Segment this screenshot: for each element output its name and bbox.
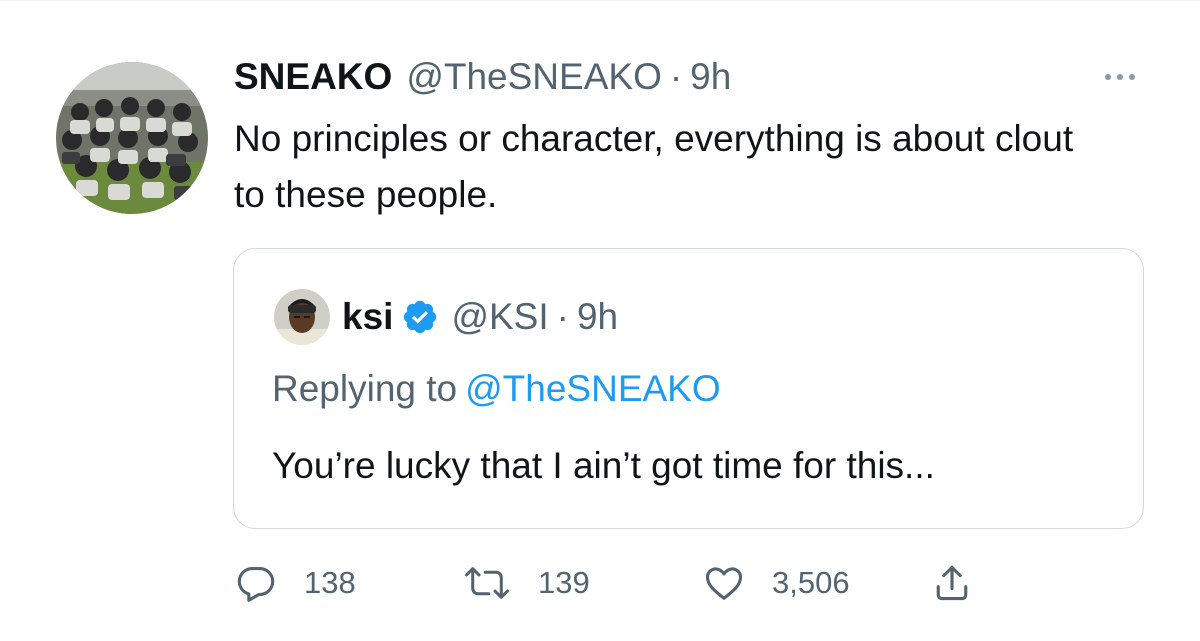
author-display-name[interactable]: SNEAKO — [234, 56, 392, 98]
retweet-icon — [462, 561, 512, 605]
retweet-count: 139 — [538, 565, 590, 600]
reply-icon — [234, 561, 278, 605]
quoted-author-handle[interactable]: @KSI — [451, 296, 548, 338]
tweet-timestamp[interactable]: 9h — [690, 56, 731, 98]
like-button[interactable]: 3,506 — [702, 556, 850, 610]
replying-to-label: Replying to — [272, 368, 458, 409]
author-handle[interactable]: @TheSNEAKO — [406, 56, 662, 98]
heart-icon — [702, 561, 746, 605]
verified-badge-icon — [401, 298, 439, 336]
share-icon — [930, 561, 974, 605]
author-avatar[interactable] — [56, 62, 208, 214]
quoted-tweet-text: You’re lucky that I ain’t got time for t… — [272, 445, 935, 486]
tweet-text: No principles or character, everything i… — [234, 118, 1074, 215]
header-separator: · — [669, 56, 683, 97]
quoted-author-display-name[interactable]: ksi — [342, 296, 393, 338]
quoted-tweet-card[interactable]: ksi @KSI · 9h Replying to @TheSNEAKO You’… — [233, 248, 1144, 529]
like-count: 3,506 — [772, 565, 850, 600]
more-options-button[interactable] — [1094, 64, 1146, 90]
tweet-action-bar: 138 139 3,506 — [234, 556, 994, 610]
quoted-header-separator: · — [556, 296, 569, 337]
quoted-tweet-timestamp[interactable]: 9h — [577, 296, 618, 338]
replying-to-handle-link[interactable]: @TheSNEAKO — [465, 368, 721, 409]
top-divider — [0, 0, 1200, 4]
ellipsis-icon — [1105, 74, 1111, 80]
quoted-author-avatar[interactable] — [274, 289, 330, 345]
tweet-header: SNEAKO @TheSNEAKO · 9h — [234, 54, 731, 100]
replying-to-line: Replying to @TheSNEAKO — [272, 368, 721, 410]
retweet-button[interactable]: 139 — [462, 556, 590, 610]
quoted-tweet-header: ksi @KSI · 9h — [342, 293, 618, 341]
share-button[interactable] — [930, 556, 974, 610]
reply-button[interactable]: 138 — [234, 556, 356, 610]
reply-count: 138 — [304, 565, 356, 600]
